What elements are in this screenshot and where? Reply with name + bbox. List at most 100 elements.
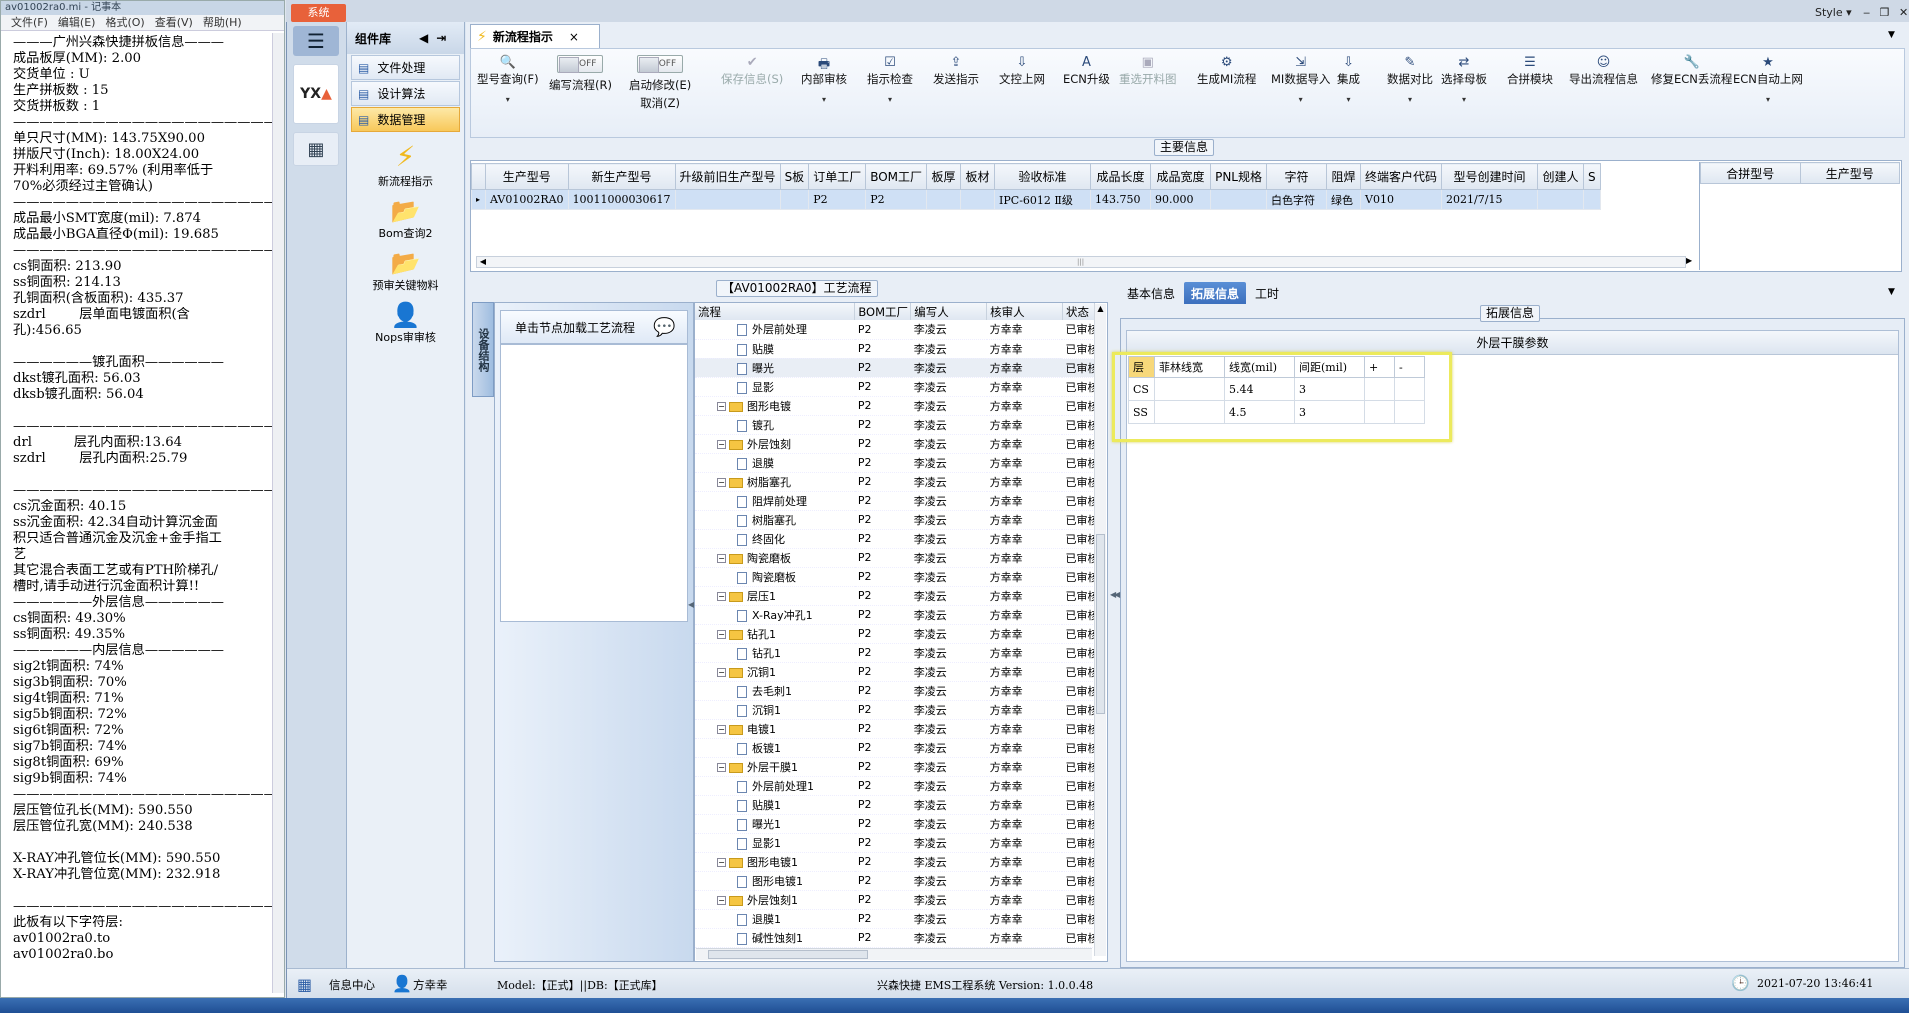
chevron-down-icon[interactable]: ▾ [822, 95, 826, 104]
comp-data-management[interactable]: ▤ 数据管理 [351, 107, 460, 132]
system-tab[interactable]: 系统 [291, 4, 346, 22]
table-cell[interactable]: P2 [808, 189, 867, 210]
doc-tab-new-process[interactable]: ⚡ 新流程指示 × [470, 24, 600, 48]
click-load-header[interactable]: 单击节点加载工艺流程 💬 [500, 310, 688, 344]
info-center[interactable]: 信息中心 [329, 977, 375, 993]
arrow-left-icon[interactable]: ◀ [477, 257, 489, 267]
tree-row[interactable]: − 外层干膜1 P2李凌云方幸幸已审核 [695, 757, 1095, 777]
tree-row[interactable]: − 钻孔1 P2李凌云方幸幸已审核 [695, 624, 1095, 644]
close-icon[interactable]: × [569, 30, 579, 44]
notepad-text[interactable]: ———广州兴森快捷拼板信息——— 成品板厚(MM): 2.00 交货单位 : U 生产… [1, 31, 284, 967]
tree-row[interactable]: 钻孔1 P2李凌云方幸幸已审核 [695, 643, 1095, 663]
tree-node[interactable]: − 图形电镀1 [695, 852, 855, 872]
tree-node[interactable]: 曝光1 [695, 814, 855, 834]
tree-row[interactable]: 外层前处理1 P2李凌云方幸幸已审核 [695, 776, 1095, 796]
toggle-switch[interactable]: OFF [557, 55, 604, 73]
toolbar-button[interactable]: ✎ 数据对比 ▾ [1387, 55, 1433, 104]
tree-row[interactable]: 沉铜1 P2李凌云方幸幸已审核 [695, 700, 1095, 720]
tree-row[interactable]: 陶瓷磨板 P2李凌云方幸幸已审核 [695, 567, 1095, 587]
notepad-menu-item[interactable]: 编辑(E) [58, 15, 96, 30]
tree-node[interactable]: 钻孔1 [695, 643, 855, 663]
collapse-icon[interactable]: − [717, 896, 726, 905]
tree-row[interactable]: 贴膜 P2李凌云方幸幸已审核 [695, 339, 1095, 359]
new-process-item[interactable]: ⚡ 新流程指示 [347, 140, 464, 189]
tree-row[interactable]: − 外层蚀刻1 P2李凌云方幸幸已审核 [695, 890, 1095, 910]
table-cell[interactable] [674, 189, 781, 210]
tree-row[interactable]: 阻焊前处理 P2李凌云方幸幸已审核 [695, 491, 1095, 511]
tree-node[interactable]: 显影1 [695, 833, 855, 853]
toolbar-button[interactable]: ▣ 重选开料图 [1119, 55, 1177, 87]
toolbar-button[interactable]: OFF 编写流程(R) [549, 55, 612, 93]
tree-row[interactable]: 终固化 P2李凌云方幸幸已审核 [695, 529, 1095, 549]
tree-row[interactable]: − 树脂塞孔 P2李凌云方幸幸已审核 [695, 472, 1095, 492]
notepad-menu-item[interactable]: 格式(O) [105, 15, 144, 30]
tree-hscrollbar[interactable] [696, 948, 1092, 960]
notepad-scrollbar[interactable] [272, 33, 284, 993]
col-header[interactable]: 阻焊 [1326, 163, 1362, 190]
scroll-thumb[interactable] [708, 950, 868, 959]
tree-node[interactable]: − 树脂塞孔 [695, 472, 855, 492]
tree-node[interactable]: 终固化 [695, 529, 855, 549]
col-header[interactable]: 板厚 [926, 163, 962, 190]
table-cell[interactable]: AV01002RA0 [485, 189, 569, 210]
tree-node[interactable]: − 外层蚀刻1 [695, 890, 855, 910]
tree-node[interactable]: 树脂塞孔 [695, 510, 855, 530]
collapse-icon[interactable]: − [717, 440, 726, 449]
tree-row[interactable]: − 图形电镀1 P2李凌云方幸幸已审核 [695, 852, 1095, 872]
nops-review-item[interactable]: 👤 Nops审审核 [347, 301, 464, 345]
minimize-icon[interactable]: ‒ [1863, 6, 1870, 19]
table-cell[interactable]: 143.750 [1090, 189, 1152, 210]
arrow-right-icon[interactable]: ▶ [1686, 256, 1692, 265]
col-header[interactable]: 升级前旧生产型号 [674, 163, 781, 190]
table-cell[interactable]: P2 [865, 189, 928, 210]
prereview-material-item[interactable]: 📂 预审关键物料 [347, 249, 464, 293]
notepad-menu-item[interactable]: 帮助(H) [203, 15, 242, 30]
tree-node[interactable]: 阻焊前处理 [695, 491, 855, 511]
collapse-icon[interactable]: − [717, 630, 726, 639]
tree-row[interactable]: 板镀1 P2李凌云方幸幸已审核 [695, 738, 1095, 758]
collapse-icon[interactable]: − [717, 592, 726, 601]
table-row[interactable]: ▸ AV01002RA0 10011000030617 P2 P2 IPC-6012 Ⅱ级… [471, 189, 1601, 210]
col-header[interactable]: 型号创建时间 [1441, 163, 1539, 190]
chevron-down-icon[interactable]: ▼ [1888, 287, 1895, 297]
tree-node[interactable]: 镀孔 [695, 415, 855, 435]
tree-row[interactable]: 显影1 P2李凌云方幸幸已审核 [695, 833, 1095, 853]
tree-row[interactable]: 退膜1 P2李凌云方幸幸已审核 [695, 909, 1095, 929]
col-header[interactable]: 生产型号 [1799, 162, 1900, 184]
device-structure-tab[interactable]: 设备结构 [472, 302, 494, 397]
notepad-menu-item[interactable]: 查看(V) [155, 15, 193, 30]
tree-node[interactable]: 板镀1 [695, 738, 855, 758]
toolbar-button[interactable]: ☰ 合拼模块 [1507, 55, 1553, 87]
col-header[interactable]: 流程 [695, 303, 856, 320]
chevron-down-icon[interactable]: ▾ [506, 95, 510, 104]
tree-node[interactable]: 沉铜1 [695, 700, 855, 720]
tree-node[interactable]: 贴膜1 [695, 795, 855, 815]
col-header[interactable]: 创建人 [1537, 163, 1585, 190]
chevron-down-icon[interactable]: ▾ [1408, 95, 1412, 104]
table-cell[interactable] [1537, 189, 1585, 210]
chevron-down-icon[interactable]: ▼ [1888, 30, 1895, 40]
restore-icon[interactable]: ❐ [1880, 6, 1890, 19]
col-header[interactable]: 成品长度 [1090, 163, 1152, 190]
tree-node[interactable]: 外层前处理 [695, 320, 855, 340]
tree-row[interactable]: X-Ray冲孔1 P2李凌云方幸幸已审核 [695, 605, 1095, 625]
toolbar-button[interactable]: ⚙ 生成MI流程 [1197, 55, 1256, 87]
table-cell[interactable]: 绿色 [1326, 189, 1362, 210]
collapse-icon[interactable]: − [717, 763, 726, 772]
tab-work-hours[interactable]: 工时 [1248, 282, 1286, 304]
table-cell[interactable]: 10011000030617 [567, 189, 676, 210]
chevron-down-icon[interactable]: ▾ [888, 95, 892, 104]
toggle-switch[interactable]: OFF [637, 55, 684, 73]
yx-logo-icon[interactable]: YX ▲ [293, 64, 339, 124]
toolbar-button[interactable]: ⇪ 发送指示 [933, 55, 979, 87]
tree-node[interactable]: 外层前处理1 [695, 776, 855, 796]
tree-row[interactable]: − 沉铜1 P2李凌云方幸幸已审核 [695, 662, 1095, 682]
tree-node[interactable]: − 图形电镀 [695, 396, 855, 416]
tree-node[interactable]: − 电镀1 [695, 719, 855, 739]
scroll-grip[interactable]: ||| [1077, 258, 1089, 266]
col-header[interactable]: 字符 [1266, 163, 1328, 190]
comp-file-processing[interactable]: ▤ 文件处理 [351, 55, 460, 80]
tree-vscrollbar[interactable]: ▲ [1094, 304, 1106, 956]
tree-node[interactable]: 碱性蚀刻1 [695, 928, 855, 948]
collapse-icon[interactable]: − [717, 725, 726, 734]
